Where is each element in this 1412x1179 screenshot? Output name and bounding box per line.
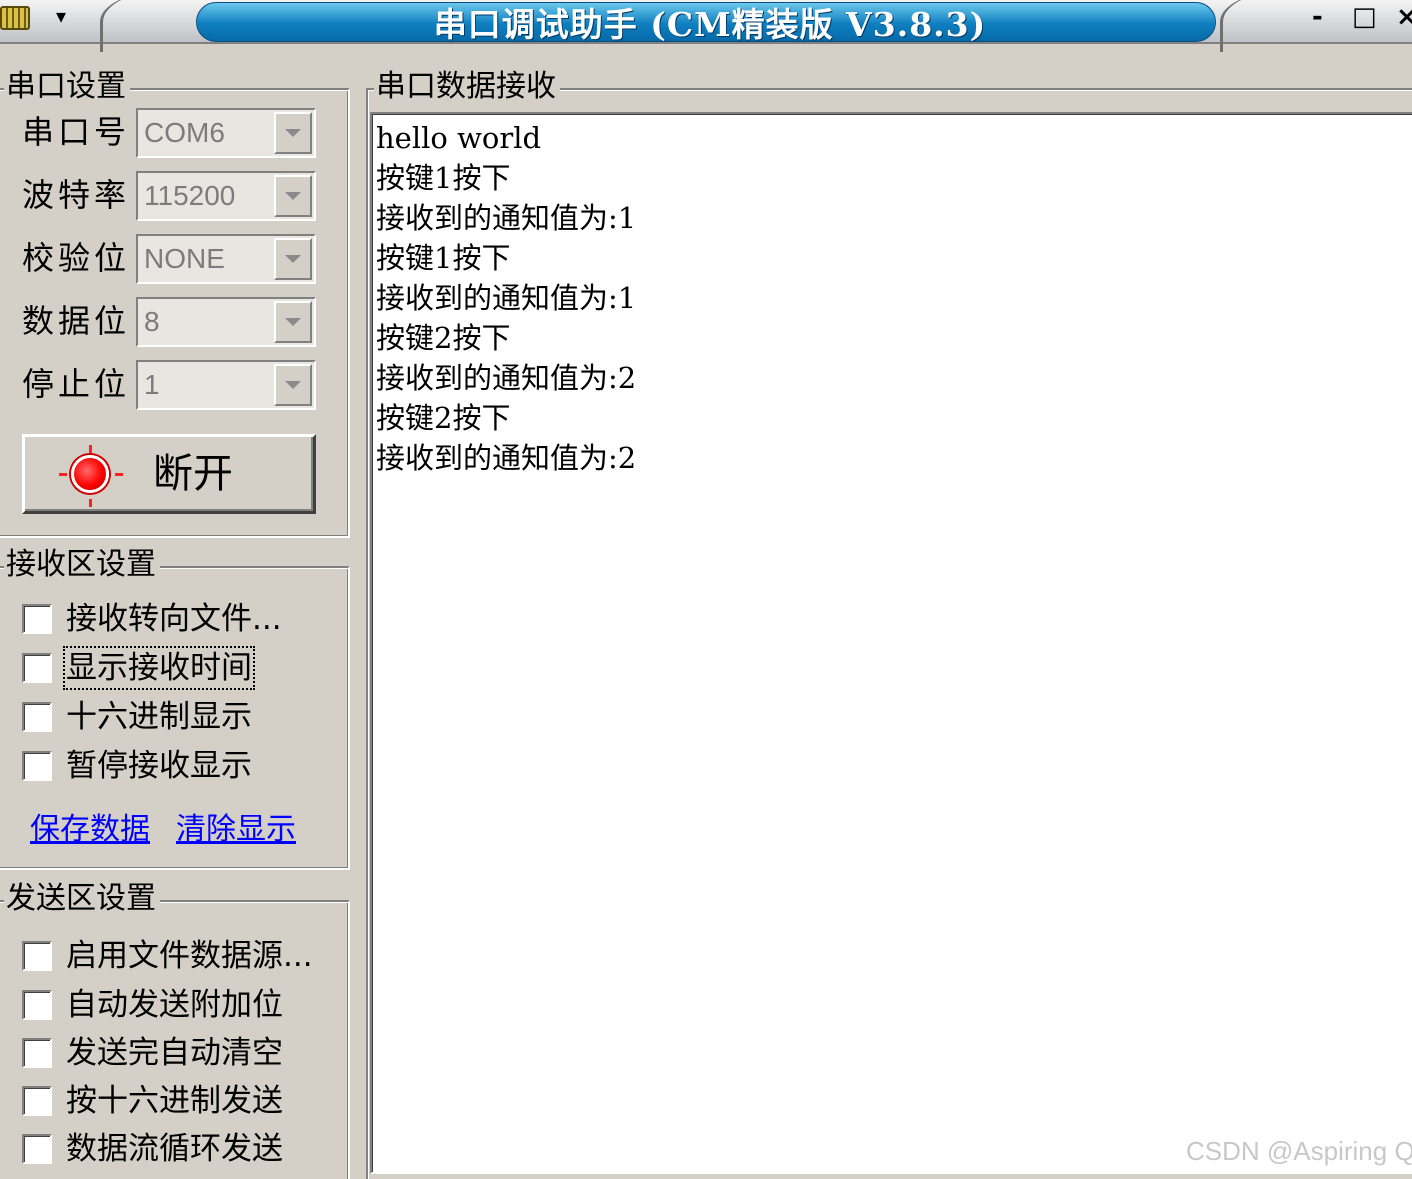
parity-label: 校验位	[22, 239, 131, 277]
data-receive-legend: 串口数据接收	[374, 70, 560, 104]
clear-display-link[interactable]: 清除显示	[176, 812, 296, 848]
minimize-button[interactable]: -	[1312, 2, 1323, 32]
baud-dropdown-button[interactable]	[274, 175, 312, 217]
checkbox-label: 显示接收时间	[63, 646, 255, 690]
receive-line: 接收到的通知值为:2	[376, 361, 637, 395]
checkbox[interactable]	[22, 751, 52, 781]
checkbox-label: 十六进制显示	[66, 699, 252, 735]
chevron-down-icon	[285, 381, 301, 389]
baud-value: 115200	[144, 180, 236, 211]
port-dropdown-button[interactable]	[274, 112, 312, 154]
stopbits-value: 1	[144, 369, 160, 400]
chevron-down-icon	[285, 255, 301, 263]
receive-lines: hello world 按键1按下 接收到的通知值为:1 按键1按下 接收到的通…	[376, 118, 636, 478]
receive-line: 按键1按下	[376, 241, 511, 275]
serial-settings-legend: 串口设置	[4, 70, 130, 104]
system-menu-arrow-icon[interactable]: ▾	[56, 4, 66, 28]
checkbox[interactable]	[22, 653, 52, 683]
send-settings-legend: 发送区设置	[4, 882, 160, 916]
send-option-loop-send[interactable]: 数据流循环发送	[22, 1130, 342, 1170]
port-select[interactable]: COM6	[136, 108, 316, 158]
disconnect-label: 断开	[153, 451, 233, 497]
receive-line: 接收到的通知值为:1	[376, 201, 637, 235]
checkbox-label: 启用文件数据源...	[66, 938, 313, 974]
checkbox-label: 接收转向文件...	[66, 601, 282, 637]
port-row: 串口号 COM6	[22, 108, 322, 158]
receive-line: 按键2按下	[376, 321, 511, 355]
checkbox-label: 按十六进制发送	[66, 1083, 283, 1119]
baud-row: 波特率 115200	[22, 171, 322, 221]
checkbox[interactable]	[22, 1134, 52, 1164]
checkbox[interactable]	[22, 941, 52, 971]
led-ray	[89, 445, 92, 453]
title-bar[interactable]: ▾ 串口调试助手 (CM精装版 V3.8.3) - □ ×	[0, 0, 1412, 52]
checkbox-label: 自动发送附加位	[66, 987, 283, 1023]
chevron-down-icon	[285, 318, 301, 326]
checkbox[interactable]	[22, 1038, 52, 1068]
checkbox-label: 发送完自动清空	[66, 1035, 283, 1071]
stopbits-row: 停止位 1	[22, 360, 322, 410]
port-label: 串口号	[22, 113, 131, 151]
maximize-button[interactable]: □	[1352, 2, 1377, 32]
port-value: COM6	[144, 117, 225, 148]
recv-option-show-time[interactable]: 显示接收时间	[22, 646, 342, 690]
parity-dropdown-button[interactable]	[274, 238, 312, 280]
stopbits-select[interactable]: 1	[136, 360, 316, 410]
parity-select[interactable]: NONE	[136, 234, 316, 284]
led-ray	[115, 473, 123, 476]
send-option-hex-send[interactable]: 按十六进制发送	[22, 1082, 342, 1122]
led-ray	[59, 473, 67, 476]
stopbits-label: 停止位	[22, 365, 131, 403]
recv-option-hex-display[interactable]: 十六进制显示	[22, 698, 342, 738]
receive-settings-legend: 接收区设置	[4, 548, 160, 582]
checkbox-label: 暂停接收显示	[66, 748, 252, 784]
checkbox[interactable]	[22, 1086, 52, 1116]
chevron-down-icon	[285, 129, 301, 137]
led-ray	[89, 499, 92, 507]
connection-led-icon	[71, 455, 109, 493]
close-button[interactable]: ×	[1396, 2, 1412, 32]
checkbox-label: 数据流循环发送	[66, 1131, 283, 1167]
csdn-watermark: CSDN @Aspiring Q	[1186, 1136, 1412, 1166]
save-data-link[interactable]: 保存数据	[30, 812, 150, 848]
checkbox[interactable]	[22, 702, 52, 732]
baud-label: 波特率	[22, 176, 131, 214]
window-title: 串口调试助手 (CM精装版 V3.8.3)	[433, 5, 987, 44]
stopbits-dropdown-button[interactable]	[274, 364, 312, 406]
send-option-append-bits[interactable]: 自动发送附加位	[22, 986, 342, 1026]
app-icon[interactable]	[0, 6, 30, 30]
databits-value: 8	[144, 306, 160, 337]
checkbox[interactable]	[22, 604, 52, 634]
send-option-file-source[interactable]: 启用文件数据源...	[22, 937, 342, 977]
baud-select[interactable]: 115200	[136, 171, 316, 221]
recv-option-redirect-file[interactable]: 接收转向文件...	[22, 600, 342, 640]
parity-row: 校验位 NONE	[22, 234, 322, 284]
databits-label: 数据位	[22, 302, 131, 340]
receive-line: 按键2按下	[376, 401, 511, 435]
disconnect-button[interactable]: 断开	[22, 434, 316, 514]
receive-line: 按键1按下	[376, 161, 511, 195]
databits-select[interactable]: 8	[136, 297, 316, 347]
databits-dropdown-button[interactable]	[274, 301, 312, 343]
receive-line: 接收到的通知值为:2	[376, 441, 637, 475]
receive-line: 接收到的通知值为:1	[376, 281, 637, 315]
title-pill: 串口调试助手 (CM精装版 V3.8.3)	[196, 2, 1216, 44]
send-option-auto-clear[interactable]: 发送完自动清空	[22, 1034, 342, 1074]
recv-option-pause-display[interactable]: 暂停接收显示	[22, 747, 342, 787]
receive-line: hello world	[376, 121, 542, 155]
chevron-down-icon	[285, 192, 301, 200]
parity-value: NONE	[144, 243, 225, 274]
serial-assistant-window: ▾ 串口调试助手 (CM精装版 V3.8.3) - □ × 串口设置 串口号 C…	[0, 0, 1412, 1179]
checkbox[interactable]	[22, 990, 52, 1020]
receive-text-area[interactable]: hello world 按键1按下 接收到的通知值为:1 按键1按下 接收到的通…	[370, 112, 1412, 1174]
databits-row: 数据位 8	[22, 297, 322, 347]
